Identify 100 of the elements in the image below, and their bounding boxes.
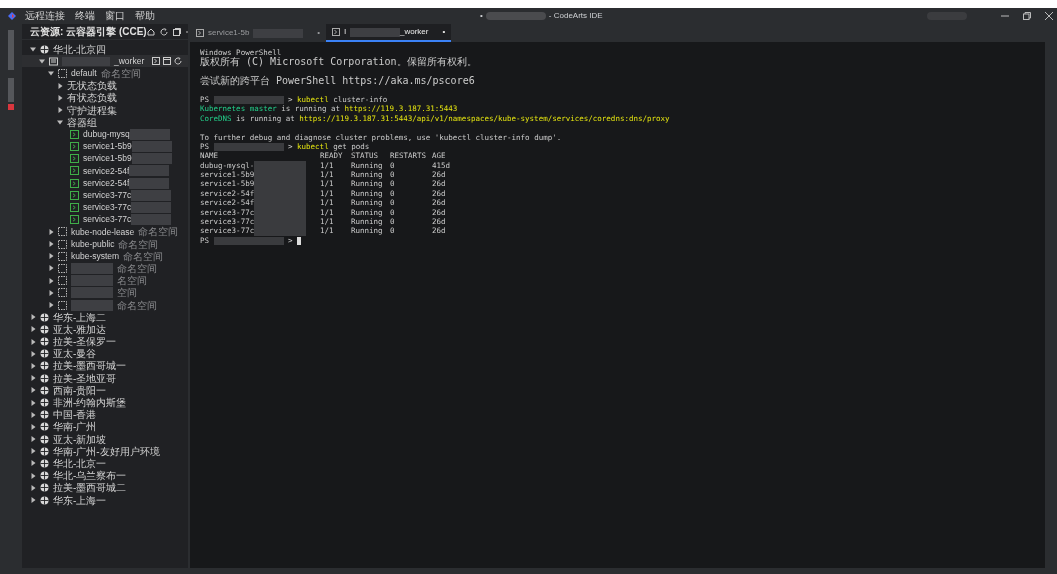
redacted-block <box>254 160 307 171</box>
globe-icon <box>40 495 49 505</box>
collapsed-caret-icon[interactable] <box>30 326 36 333</box>
tree-item-label[interactable]: service3-77c <box>83 213 132 227</box>
terminal-icon <box>152 57 160 66</box>
cluster-icon <box>49 56 58 66</box>
globe-icon <box>40 410 49 420</box>
globe-icon <box>40 44 49 54</box>
globe-icon <box>40 324 49 334</box>
title-marker: • <box>480 10 483 22</box>
redacted-block <box>213 142 284 151</box>
panel-title: 云资源: 云容器引擎 (CCE) <box>30 25 147 39</box>
collapsed-caret-icon[interactable] <box>30 472 36 479</box>
tree-item-label[interactable]: kube-public <box>71 237 115 251</box>
editor-tab[interactable]: l _worker • <box>326 24 452 42</box>
collapsed-caret-icon[interactable] <box>48 277 54 284</box>
redacted-block <box>213 236 284 245</box>
menu-item[interactable]: 终端 <box>75 10 95 22</box>
minimize-icon[interactable] <box>1001 12 1009 20</box>
collapsed-caret-icon[interactable] <box>30 436 36 443</box>
tree-item-label[interactable]: 华北-北京四 <box>53 41 107 57</box>
redacted-block <box>254 226 307 236</box>
menu-item[interactable]: 帮助 <box>135 10 155 22</box>
terminal-icon <box>196 29 204 37</box>
collapsed-caret-icon[interactable] <box>30 460 36 467</box>
tree-item-label[interactable]: kube-node-lease <box>71 225 135 239</box>
tab-label: service1-5b <box>208 27 250 39</box>
terminal-icon <box>70 154 79 164</box>
collapsed-caret-icon[interactable] <box>48 265 54 272</box>
tree-item-label[interactable]: service1-5b9 <box>83 152 132 166</box>
collapsed-caret-icon[interactable] <box>48 253 54 260</box>
terminal-icon <box>332 28 341 36</box>
namespace-icon <box>58 68 67 78</box>
editor-tab[interactable]: service1-5b • <box>190 24 327 42</box>
globe-icon <box>40 483 49 493</box>
expanded-caret-icon[interactable] <box>57 119 63 126</box>
tree-item-label[interactable]: service2-54f <box>83 164 130 178</box>
terminal-text: 尝试新的跨平台 PowerShell https://aka.ms/pscore6 <box>200 76 475 86</box>
tab-close-dot[interactable]: • <box>442 26 446 38</box>
globe-icon <box>40 337 49 347</box>
collapsed-caret-icon[interactable] <box>30 423 36 430</box>
globe-icon <box>40 361 49 371</box>
expanded-caret-icon[interactable] <box>39 58 45 65</box>
menu-item[interactable]: 窗口 <box>105 10 125 22</box>
collapsed-caret-icon[interactable] <box>30 350 36 357</box>
collapsed-caret-icon[interactable] <box>48 241 54 248</box>
collapsed-caret-icon[interactable] <box>48 302 54 309</box>
window-title: - CodeArts IDE <box>548 10 603 22</box>
collapsed-caret-icon[interactable] <box>57 107 63 114</box>
collapsed-caret-icon[interactable] <box>30 387 36 394</box>
close-icon[interactable] <box>1045 12 1053 20</box>
expanded-caret-icon[interactable] <box>48 70 54 77</box>
namespace-tag: 命名空间 <box>100 65 141 81</box>
tree-item-label[interactable]: service3-77c <box>83 188 132 202</box>
globe-icon <box>40 458 49 468</box>
refresh-icon[interactable] <box>159 27 168 36</box>
collapsed-caret-icon[interactable] <box>30 338 36 345</box>
collapsed-caret-icon[interactable] <box>30 375 36 382</box>
home-icon[interactable] <box>146 27 155 36</box>
tree-item-label[interactable]: kube-system <box>71 249 120 263</box>
tree-item-label[interactable]: default <box>71 67 97 80</box>
collapsed-caret-icon[interactable] <box>30 399 36 406</box>
collapsed-caret-icon[interactable] <box>30 448 36 455</box>
terminal-text: 版权所有 (C) Microsoft Corporation。保留所有权利。 <box>200 57 477 67</box>
menu-item[interactable]: 远程连接 <box>25 10 65 22</box>
terminal-icon <box>70 129 79 139</box>
collapsed-caret-icon[interactable] <box>48 228 54 235</box>
tree-item-label[interactable]: dubug-mysq <box>83 128 130 141</box>
collapsed-caret-icon[interactable] <box>30 362 36 369</box>
terminal-icon <box>70 203 79 213</box>
terminal-icon <box>70 142 79 152</box>
globe-icon <box>40 434 49 444</box>
terminal-icon <box>70 190 79 200</box>
app-logo-icon <box>7 11 17 21</box>
terminal-icon <box>70 178 79 188</box>
globe-icon <box>40 385 49 395</box>
window-icon <box>163 57 171 66</box>
restore-icon[interactable] <box>1023 12 1031 20</box>
redacted-block <box>349 27 400 37</box>
globe-icon <box>40 446 49 456</box>
terminal-icon <box>70 215 79 225</box>
tree-item-label[interactable]: 华东-上海二 <box>53 309 107 325</box>
collapsed-caret-icon[interactable] <box>30 314 36 321</box>
collapsed-caret-icon[interactable] <box>30 497 36 504</box>
cursor <box>297 236 302 245</box>
collapsed-caret-icon[interactable] <box>30 484 36 491</box>
expanded-caret-icon[interactable] <box>30 46 36 53</box>
collapsed-caret-icon[interactable] <box>57 82 63 89</box>
collapse-icon[interactable] <box>172 27 181 36</box>
globe-icon <box>40 373 49 383</box>
tab-close-dot[interactable]: • <box>317 27 321 39</box>
tab-label: l <box>344 26 346 38</box>
collapsed-caret-icon[interactable] <box>48 289 54 296</box>
globe-icon <box>40 422 49 432</box>
tree-item-label[interactable]: service2-54f <box>83 176 130 190</box>
tree-item-label[interactable]: service1-5b9 <box>83 140 132 153</box>
redacted-block <box>213 95 284 104</box>
collapsed-caret-icon[interactable] <box>30 411 36 418</box>
collapsed-caret-icon[interactable] <box>57 94 63 101</box>
tree-item-label[interactable]: service3-77c <box>83 201 132 214</box>
